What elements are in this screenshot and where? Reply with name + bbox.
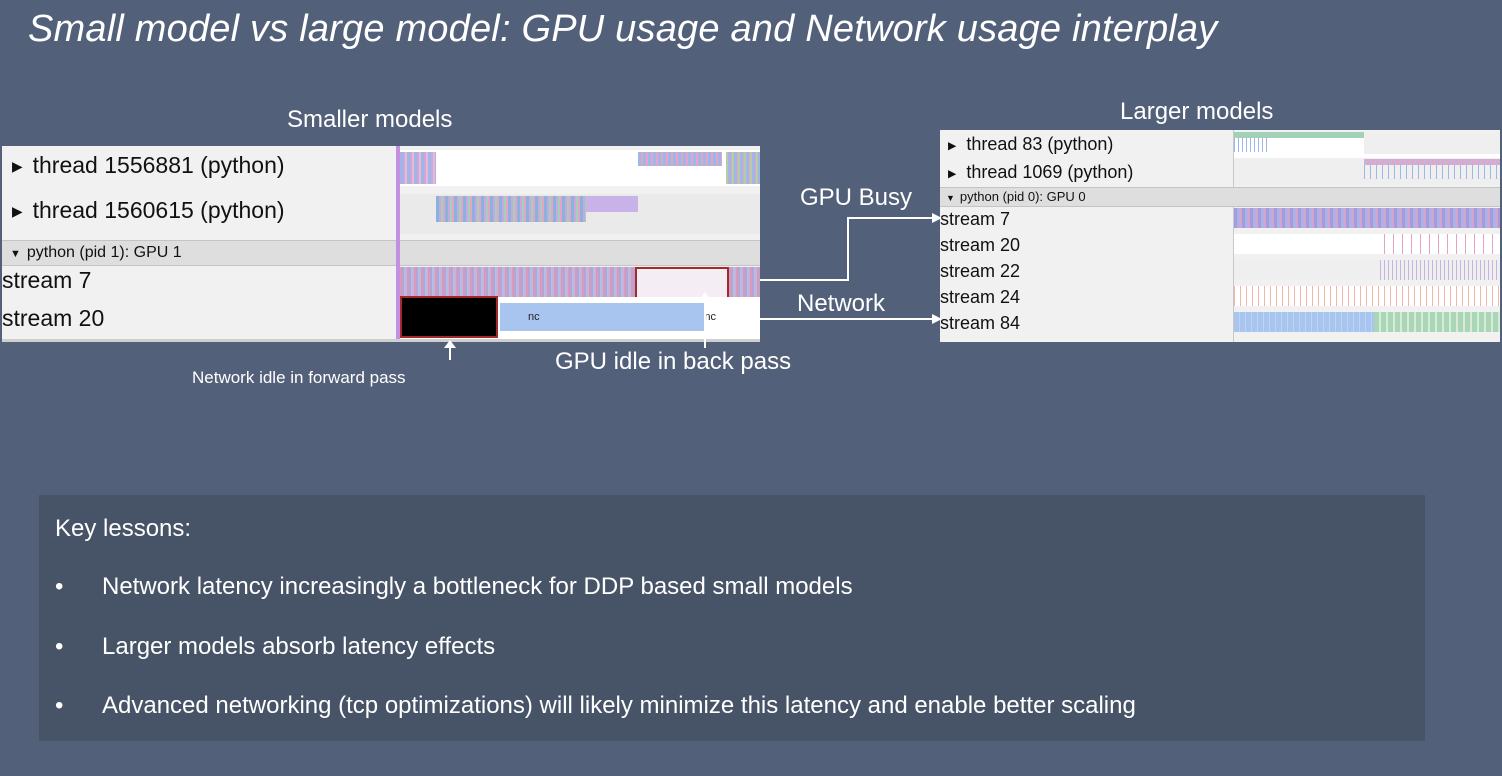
bullet-icon: • <box>55 573 64 600</box>
gpu-busy-arrowhead-icon <box>932 213 942 223</box>
lesson-item: • Advanced networking (tcp optimizations)… <box>55 692 1136 719</box>
bullet-icon: • <box>55 633 64 660</box>
key-lessons-heading: Key lessons: <box>55 515 192 542</box>
network-label: Network <box>797 290 886 317</box>
network-arrowhead-icon <box>932 314 942 324</box>
gpu-busy-label: GPU Busy <box>800 184 913 211</box>
lesson-item: • Network latency increasingly a bottlene… <box>55 573 853 600</box>
bullet-icon: • <box>55 692 64 719</box>
gpu-busy-connector <box>760 217 934 281</box>
lesson-item: • Larger models absorb latency effects <box>55 633 496 660</box>
key-lessons-box: Key lessons: • Network latency increasing… <box>39 495 1425 741</box>
